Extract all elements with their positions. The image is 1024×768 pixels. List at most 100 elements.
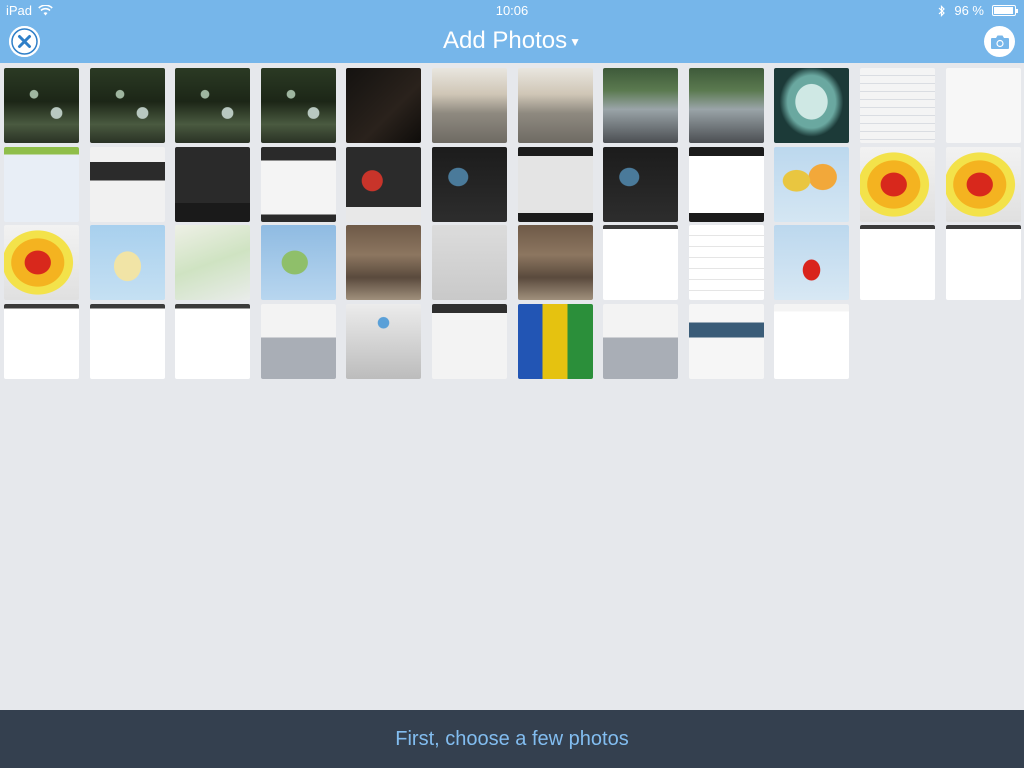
photo-thumbnail[interactable] xyxy=(518,225,593,300)
photo-image xyxy=(346,68,421,143)
photo-image xyxy=(946,68,1021,143)
photo-thumbnail[interactable] xyxy=(689,68,764,143)
photo-thumbnail[interactable] xyxy=(346,304,421,379)
photo-image xyxy=(4,304,79,379)
photo-image xyxy=(4,225,79,300)
page-title: Add Photos xyxy=(443,27,568,54)
battery-percent: 96 % xyxy=(954,3,984,18)
photo-image xyxy=(603,225,678,300)
photo-thumbnail[interactable] xyxy=(689,147,764,222)
photo-image xyxy=(90,68,165,143)
photo-thumbnail[interactable] xyxy=(603,225,678,300)
photo-image xyxy=(261,304,336,379)
photo-thumbnail[interactable] xyxy=(774,225,849,300)
photo-thumbnail[interactable] xyxy=(346,68,421,143)
photo-image xyxy=(90,225,165,300)
photo-thumbnail[interactable] xyxy=(518,304,593,379)
photo-image xyxy=(518,304,593,379)
photo-image xyxy=(261,225,336,300)
photo-image xyxy=(261,68,336,143)
photo-image xyxy=(603,304,678,379)
photo-image xyxy=(432,68,507,143)
photo-image xyxy=(432,225,507,300)
photo-image xyxy=(432,304,507,379)
photo-thumbnail[interactable] xyxy=(689,225,764,300)
camera-icon xyxy=(990,35,1009,49)
photo-thumbnail[interactable] xyxy=(175,68,250,143)
photo-thumbnail[interactable] xyxy=(946,68,1021,143)
photo-image xyxy=(603,68,678,143)
photo-thumbnail[interactable] xyxy=(432,147,507,222)
photo-image xyxy=(175,225,250,300)
photo-thumbnail[interactable] xyxy=(603,68,678,143)
status-bar: iPad 10:06 96 % xyxy=(0,0,1024,20)
photo-image xyxy=(689,68,764,143)
photo-thumbnail[interactable] xyxy=(346,225,421,300)
photo-thumbnail[interactable] xyxy=(90,68,165,143)
photo-thumbnail[interactable] xyxy=(518,68,593,143)
photo-thumbnail[interactable] xyxy=(432,225,507,300)
photo-thumbnail[interactable] xyxy=(4,304,79,379)
photo-image xyxy=(346,225,421,300)
photo-thumbnail[interactable] xyxy=(946,147,1021,222)
battery-fill xyxy=(994,7,1014,14)
photo-thumbnail[interactable] xyxy=(860,68,935,143)
photo-image xyxy=(4,68,79,143)
status-time: 10:06 xyxy=(495,3,529,18)
photo-image xyxy=(689,225,764,300)
photo-thumbnail[interactable] xyxy=(860,225,935,300)
photo-thumbnail[interactable] xyxy=(432,68,507,143)
photo-thumbnail[interactable] xyxy=(346,147,421,222)
photo-thumbnail[interactable] xyxy=(432,304,507,379)
photo-image xyxy=(774,68,849,143)
chevron-down-icon: ▼ xyxy=(569,34,581,49)
photo-image xyxy=(432,147,507,222)
photo-image xyxy=(518,68,593,143)
photo-thumbnail[interactable] xyxy=(175,304,250,379)
photo-thumbnail[interactable] xyxy=(4,225,79,300)
photo-thumbnail[interactable] xyxy=(774,304,849,379)
photo-thumbnail[interactable] xyxy=(4,147,79,222)
photo-thumbnail[interactable] xyxy=(261,304,336,379)
photo-image xyxy=(860,225,935,300)
photo-thumbnail[interactable] xyxy=(860,147,935,222)
photo-image xyxy=(175,304,250,379)
photo-thumbnail[interactable] xyxy=(90,147,165,222)
photo-thumbnail[interactable] xyxy=(603,147,678,222)
photo-thumbnail[interactable] xyxy=(774,147,849,222)
photo-thumbnail[interactable] xyxy=(946,225,1021,300)
nav-bar: Add Photos ▼ xyxy=(0,20,1024,63)
photo-image xyxy=(689,304,764,379)
photo-image xyxy=(346,147,421,222)
photo-image xyxy=(346,304,421,379)
photo-image xyxy=(860,68,935,143)
photo-thumbnail[interactable] xyxy=(689,304,764,379)
photo-thumbnail[interactable] xyxy=(261,68,336,143)
photo-thumbnail[interactable] xyxy=(603,304,678,379)
title-dropdown[interactable]: Add Photos ▼ xyxy=(0,27,1024,55)
status-right: 96 % xyxy=(938,3,1018,18)
photo-image xyxy=(518,225,593,300)
photo-image xyxy=(518,147,593,222)
photo-image xyxy=(946,147,1021,222)
photo-thumbnail[interactable] xyxy=(4,68,79,143)
camera-button[interactable] xyxy=(984,26,1015,57)
photo-image xyxy=(689,147,764,222)
photo-image xyxy=(603,147,678,222)
photo-image xyxy=(90,147,165,222)
photo-thumbnail[interactable] xyxy=(90,225,165,300)
photo-image xyxy=(4,147,79,222)
photo-thumbnail[interactable] xyxy=(175,147,250,222)
photo-thumbnail[interactable] xyxy=(90,304,165,379)
photo-thumbnail[interactable] xyxy=(261,225,336,300)
photo-thumbnail[interactable] xyxy=(518,147,593,222)
bottom-bar: First, choose a few photos xyxy=(0,710,1024,768)
battery-icon xyxy=(992,5,1018,16)
photo-image xyxy=(860,147,935,222)
photo-image xyxy=(774,147,849,222)
photo-thumbnail[interactable] xyxy=(261,147,336,222)
bluetooth-icon xyxy=(938,4,946,17)
photo-image xyxy=(774,304,849,379)
photo-thumbnail[interactable] xyxy=(774,68,849,143)
photo-thumbnail[interactable] xyxy=(175,225,250,300)
